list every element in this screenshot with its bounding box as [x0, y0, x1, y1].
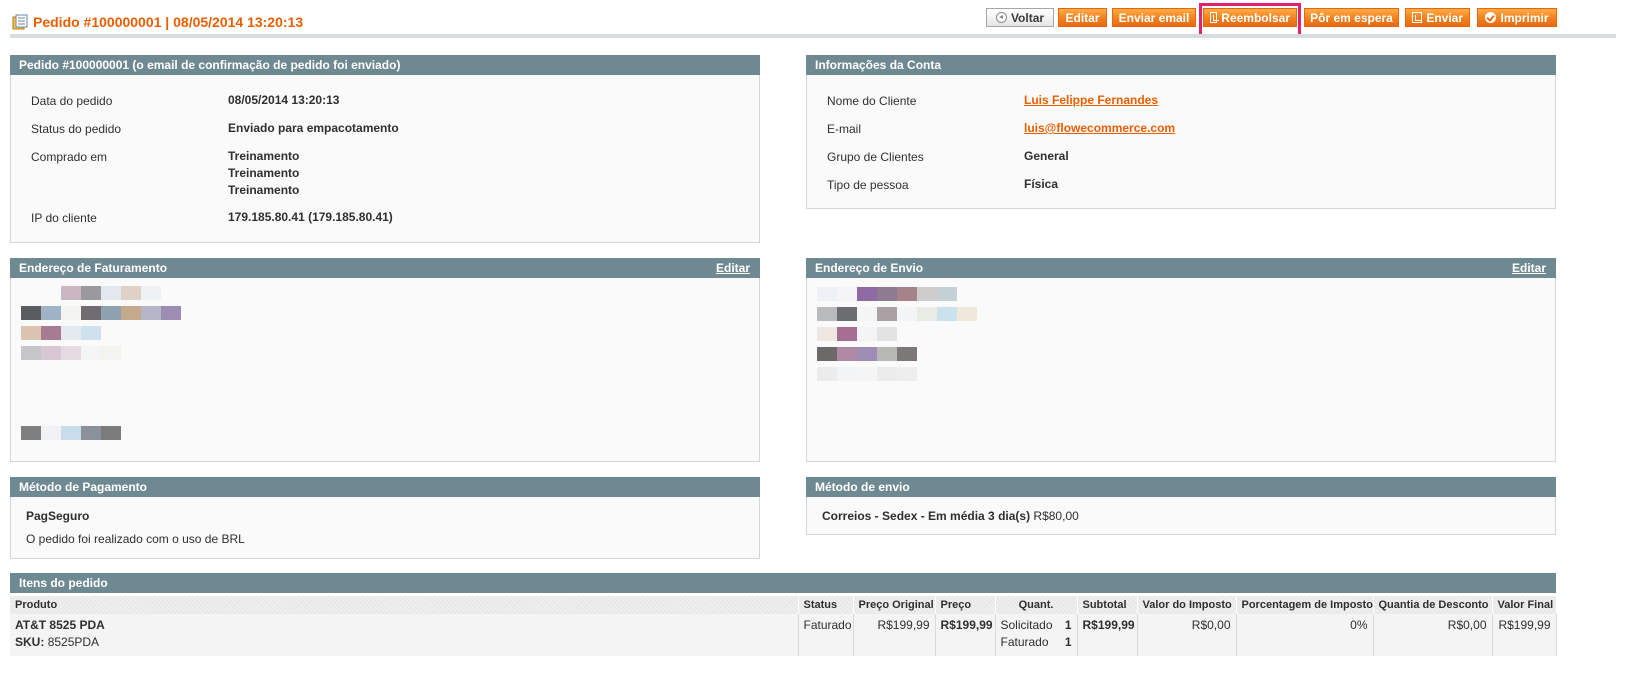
billing-address-header: Endereço de Faturamento Editar — [10, 258, 760, 278]
item-qty-cell: Solicitado 1 Faturado 1 — [995, 614, 1078, 656]
item-sku: SKU: 8525PDA — [15, 634, 793, 651]
person-type-label: Tipo de pessoa — [827, 178, 909, 192]
item-qty-invoiced: Faturado 1 — [1001, 634, 1072, 651]
qty-ordered-value: 1 — [1064, 618, 1072, 632]
title-divider — [10, 34, 1616, 38]
send-email-button[interactable]: Enviar email — [1112, 8, 1196, 27]
col-tax-amount: Valor do Imposto — [1137, 596, 1237, 614]
purchased-from-label: Comprado em — [31, 150, 108, 164]
print-label: Imprimir — [1500, 10, 1549, 25]
hold-button[interactable]: Pôr em espera — [1304, 8, 1399, 27]
page-title-text: Pedido #100000001 | 08/05/2014 13:20:13 — [33, 14, 304, 30]
ship-button[interactable]: Enviar — [1405, 8, 1470, 27]
check-icon — [1485, 12, 1497, 23]
shipping-method-header: Método de envio — [806, 477, 1556, 497]
purchased-from-view: Treinamento — [228, 183, 300, 197]
qty-ordered-label: Solicitado — [1000, 618, 1053, 632]
back-button[interactable]: Voltar — [986, 8, 1054, 27]
order-date-label: Data do pedido — [31, 94, 113, 108]
shipping-edit-link[interactable]: Editar — [1512, 258, 1546, 278]
col-discount: Quantia de Desconto — [1373, 596, 1493, 614]
customer-name-link[interactable]: Luis Felippe Fernandes — [1024, 93, 1158, 107]
billing-address-body — [10, 278, 760, 462]
col-tax-percent: Porcentagem de Imposto — [1236, 596, 1374, 614]
col-qty: Quant. — [995, 596, 1078, 614]
shipping-method-price: R$80,00 — [1033, 509, 1079, 523]
item-tax-amount: R$0,00 — [1137, 614, 1237, 656]
refund-highlight-frame — [1199, 3, 1301, 37]
col-row-total: Valor Final — [1492, 596, 1557, 614]
billing-edit-link[interactable]: Editar — [716, 258, 750, 278]
send-email-label: Enviar email — [1118, 10, 1190, 25]
back-button-label: Voltar — [1010, 10, 1045, 25]
edit-order-label: Editar — [1065, 10, 1100, 25]
print-button[interactable]: Imprimir — [1477, 8, 1557, 27]
item-tax-percent: 0% — [1236, 614, 1374, 656]
col-status: Status — [798, 596, 854, 614]
item-original-price: R$199,99 — [853, 614, 936, 656]
payment-method-header: Método de Pagamento — [10, 477, 760, 497]
order-items-header-row: Produto Status Preço Original Preço Quan… — [10, 596, 1557, 614]
item-qty-ordered: Solicitado 1 — [1001, 617, 1072, 634]
shipping-method-name: Correios - Sedex - Em média 3 dia(s) — [822, 509, 1031, 523]
edit-order-button[interactable]: Editar — [1058, 8, 1107, 27]
billing-address-title: Endereço de Faturamento — [19, 261, 168, 275]
customer-group-label: Grupo de Clientes — [827, 150, 924, 164]
order-status-value: Enviado para empacotamento — [228, 121, 399, 135]
email-link[interactable]: luis@flowecommerce.com — [1024, 121, 1175, 135]
shipping-address-header: Endereço de Envio Editar — [806, 258, 1556, 278]
customer-ip-label: IP do cliente — [31, 211, 97, 225]
customer-group-value: General — [1024, 149, 1069, 163]
item-row-total: R$199,99 — [1492, 614, 1557, 656]
order-box-title: Pedido #100000001 (o email de confirmaçã… — [19, 58, 401, 72]
order-box-header: Pedido #100000001 (o email de confirmaçã… — [10, 55, 760, 75]
item-sku-value: 8525PDA — [47, 635, 100, 649]
payment-method-name: PagSeguro — [26, 509, 90, 523]
table-row: AT&T 8525 PDA SKU: 8525PDA Faturado R$19… — [10, 614, 1557, 656]
back-arrow-icon — [995, 12, 1007, 23]
item-price: R$199,99 — [935, 614, 996, 656]
order-status-label: Status do pedido — [31, 122, 122, 136]
account-box-header: Informações da Conta — [806, 55, 1556, 75]
col-subtotal: Subtotal — [1077, 596, 1138, 614]
shipping-method-line: Correios - Sedex - Em média 3 dia(s) R$8… — [822, 509, 1079, 523]
customer-ip-value: 179.185.80.41 (179.185.80.41) — [228, 210, 393, 224]
order-box-body: Data do pedido 08/05/2014 13:20:13 Statu… — [10, 75, 760, 243]
shipping-address-body — [806, 278, 1556, 462]
col-product: Produto — [10, 596, 799, 614]
purchased-from-website: Treinamento — [228, 149, 300, 163]
hold-label: Pôr em espera — [1310, 10, 1393, 25]
col-price: Preço — [935, 596, 996, 614]
ship-label: Enviar — [1426, 10, 1463, 25]
payment-currency-note: O pedido foi realizado com o uso de BRL — [26, 532, 245, 546]
item-product-name: AT&T 8525 PDA — [15, 618, 105, 632]
customer-name-label: Nome do Cliente — [827, 94, 917, 108]
purchased-from-store: Treinamento — [228, 166, 300, 180]
ship-icon — [1412, 12, 1423, 23]
shipping-address-title: Endereço de Envio — [815, 261, 924, 275]
item-discount: R$0,00 — [1373, 614, 1493, 656]
account-box-body: Nome do Cliente Luis Felippe Fernandes E… — [806, 75, 1556, 209]
order-items-title: Itens do pedido — [19, 576, 108, 590]
account-box-title: Informações da Conta — [815, 58, 942, 72]
col-original-price: Preço Original — [853, 596, 936, 614]
person-type-value: Física — [1024, 177, 1059, 191]
payment-method-title: Método de Pagamento — [19, 480, 148, 494]
page-title: Pedido #100000001 | 08/05/2014 13:20:13 — [12, 12, 303, 32]
qty-invoiced-label: Faturado — [1000, 635, 1049, 649]
qty-invoiced-value: 1 — [1064, 635, 1072, 649]
order-date-value: 08/05/2014 13:20:13 — [228, 93, 340, 107]
item-product-cell: AT&T 8525 PDA SKU: 8525PDA — [10, 614, 799, 656]
item-status: Faturado — [798, 614, 854, 656]
order-items-table: Produto Status Preço Original Preço Quan… — [10, 596, 1557, 656]
payment-method-body: PagSeguro O pedido foi realizado com o u… — [10, 497, 760, 559]
shipping-method-title: Método de envio — [815, 480, 910, 494]
order-icon — [12, 14, 28, 30]
shipping-method-body: Correios - Sedex - Em média 3 dia(s) R$8… — [806, 497, 1556, 535]
order-items-header: Itens do pedido — [10, 573, 1556, 593]
item-sku-label: SKU: — [15, 635, 45, 649]
item-subtotal: R$199,99 — [1077, 614, 1138, 656]
email-label: E-mail — [827, 122, 862, 136]
